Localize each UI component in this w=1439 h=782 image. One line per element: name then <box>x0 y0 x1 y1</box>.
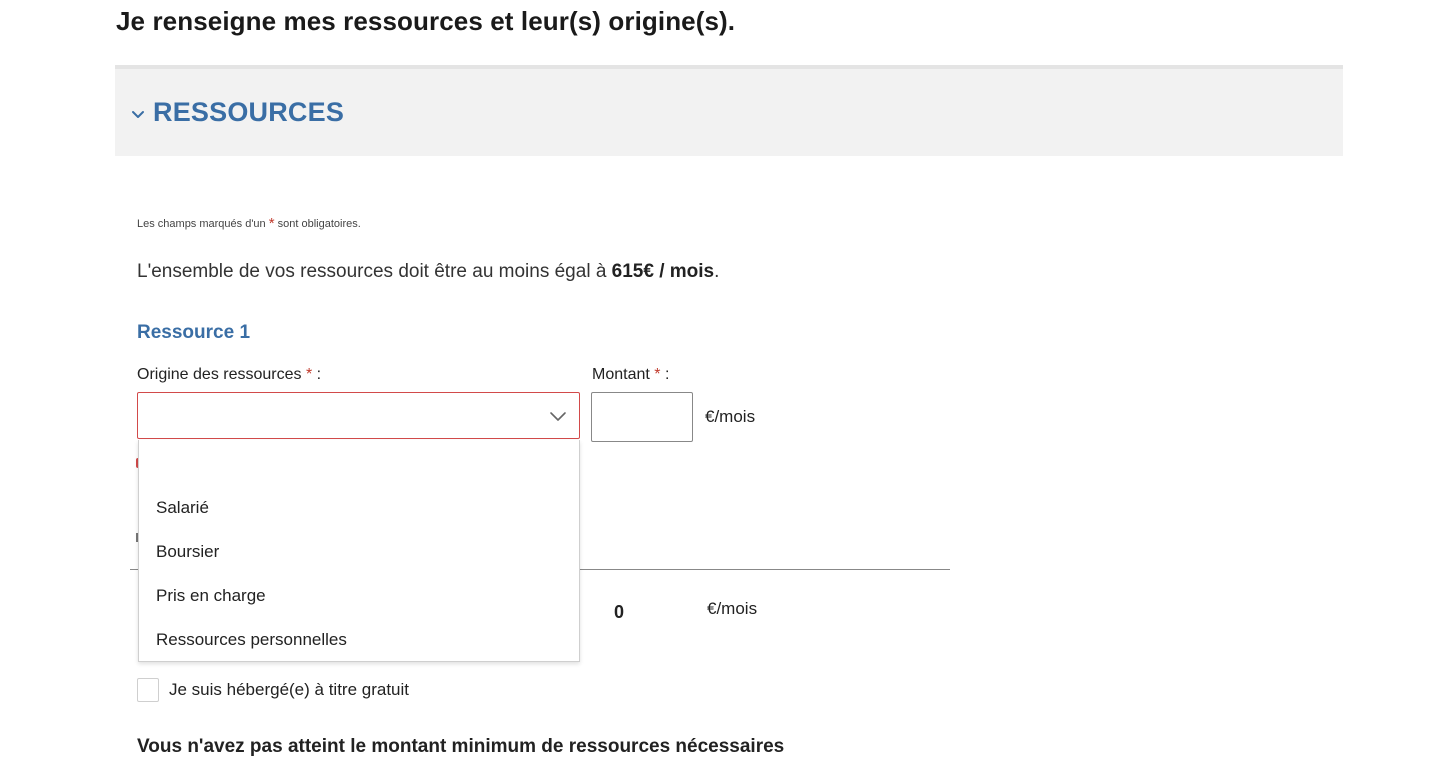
page-title: Je renseigne mes ressources et leur(s) o… <box>116 6 736 36</box>
minimum-amount: 615€ / mois <box>611 261 715 282</box>
chevron-down-icon <box>550 412 566 421</box>
resource-1-title: Ressource 1 <box>137 322 251 343</box>
accordion-title: RESSOURCES <box>153 97 345 127</box>
origin-label: Origine des ressources * : <box>137 366 321 384</box>
dropdown-option-empty[interactable] <box>139 440 579 490</box>
dropdown-option-pris-en-charge[interactable]: Pris en charge <box>156 586 266 606</box>
minimum-not-reached-warning: Vous n'avez pas atteint le montant minim… <box>137 736 785 757</box>
minimum-resources-intro: L'ensemble de vos ressources doit être a… <box>137 261 719 283</box>
amount-label: Montant * : <box>592 366 669 384</box>
intro-suffix: . <box>714 261 720 282</box>
amount-label-suffix: : <box>660 366 670 383</box>
chevron-down-icon <box>132 110 144 118</box>
total-unit: €/mois <box>707 599 758 618</box>
amount-unit: €/mois <box>705 407 756 426</box>
amount-input[interactable] <box>591 392 693 442</box>
required-marker: * <box>268 215 275 232</box>
free-housing-option[interactable]: Je suis hébergé(e) à titre gratuit <box>137 678 409 702</box>
dropdown-option-ressources-personnelles[interactable]: Ressources personnelles <box>156 630 347 650</box>
dropdown-option-salarie[interactable]: Salarié <box>156 498 209 518</box>
required-fields-note: Les champs marqués d'un * sont obligatoi… <box>137 214 361 232</box>
required-note-text: Les champs marqués d'un <box>137 218 269 230</box>
origin-label-text: Origine des ressources <box>137 366 306 383</box>
free-housing-checkbox[interactable] <box>137 678 159 702</box>
origin-dropdown-list: Salarié Boursier Pris en charge Ressourc… <box>138 440 580 662</box>
intro-text: L'ensemble de vos ressources doit être a… <box>137 261 612 282</box>
free-housing-label: Je suis hébergé(e) à titre gratuit <box>169 680 410 699</box>
required-note-text-end: sont obligatoires. <box>274 218 361 230</box>
origin-label-suffix: : <box>312 366 322 383</box>
origin-select[interactable] <box>137 392 580 439</box>
dropdown-option-boursier[interactable]: Boursier <box>156 542 219 562</box>
total-amount: 0 <box>614 602 625 622</box>
cut-off-text <box>137 774 377 782</box>
amount-label-text: Montant <box>592 366 655 383</box>
ressources-accordion-header[interactable]: RESSOURCES <box>115 65 1343 156</box>
